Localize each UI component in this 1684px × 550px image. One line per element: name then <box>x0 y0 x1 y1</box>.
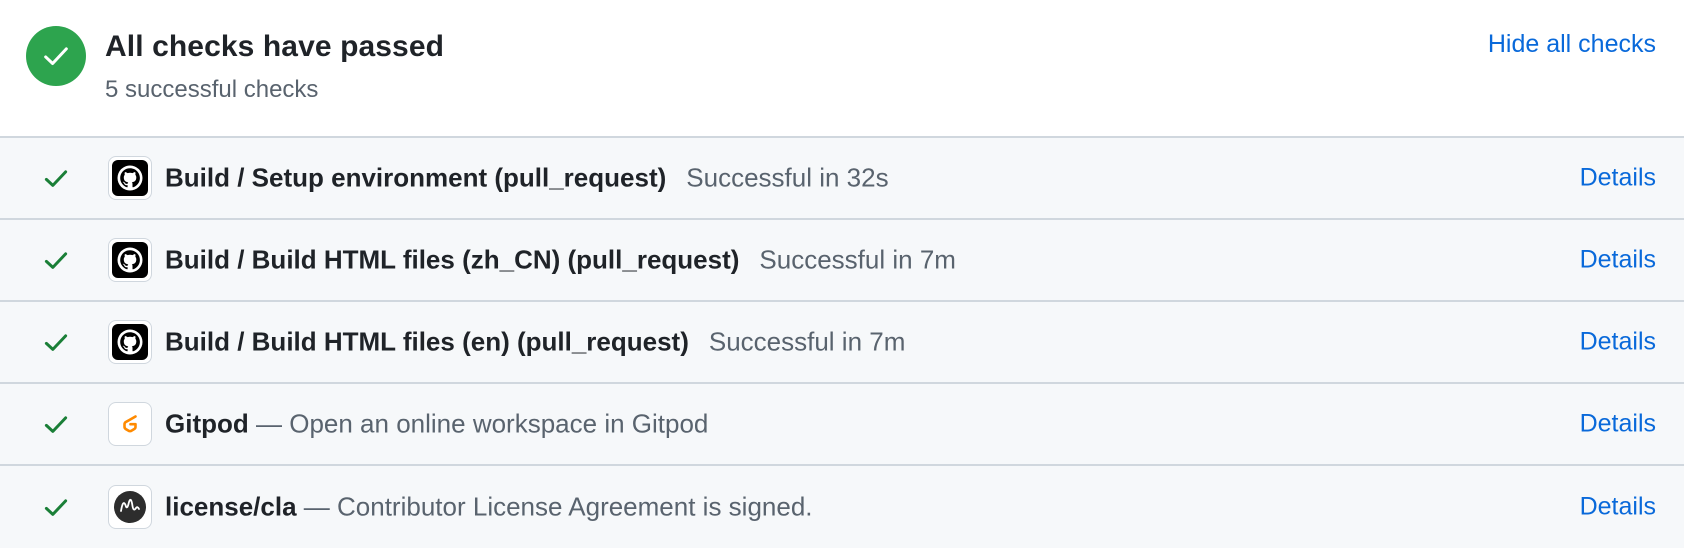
check-description: Contributor License Agreement is signed. <box>337 491 813 522</box>
check-name: Build / Build HTML files (zh_CN) (pull_r… <box>165 244 740 275</box>
separator: — <box>303 491 330 522</box>
check-status: Successful in 7m <box>708 326 906 357</box>
check-icon <box>40 244 72 276</box>
checks-summary-header: All checks have passed 5 successful chec… <box>0 0 1684 138</box>
details-link[interactable]: Details <box>1580 164 1656 193</box>
check-row: Build / Build HTML files (zh_CN) (pull_r… <box>0 220 1684 302</box>
cla-assistant-icon <box>108 485 152 529</box>
check-label: Build / Build HTML files (zh_CN) (pull_r… <box>165 245 956 276</box>
check-name: license/cla <box>165 491 297 522</box>
check-row: license/cla — Contributor License Agreem… <box>0 466 1684 548</box>
check-name: Build / Setup environment (pull_request) <box>165 162 667 193</box>
checks-list: Build / Setup environment (pull_request)… <box>0 138 1684 548</box>
details-link[interactable]: Details <box>1580 493 1656 522</box>
check-label: Build / Setup environment (pull_request)… <box>165 163 889 194</box>
gitpod-icon <box>108 402 152 446</box>
check-row: Gitpod — Open an online workspace in Git… <box>0 384 1684 466</box>
check-icon <box>40 162 72 194</box>
check-row: Build / Build HTML files (en) (pull_requ… <box>0 302 1684 384</box>
details-link[interactable]: Details <box>1580 328 1656 357</box>
check-description: Open an online workspace in Gitpod <box>289 408 709 439</box>
check-icon <box>40 326 72 358</box>
check-label: license/cla — Contributor License Agreem… <box>165 492 813 523</box>
success-status-icon <box>26 26 86 86</box>
check-status: Successful in 7m <box>759 244 956 275</box>
details-link[interactable]: Details <box>1580 246 1656 275</box>
check-label: Gitpod — Open an online workspace in Git… <box>165 409 708 440</box>
check-status: Successful in 32s <box>686 162 889 193</box>
checks-panel: All checks have passed 5 successful chec… <box>0 0 1684 550</box>
check-icon <box>40 491 72 523</box>
check-icon <box>40 408 72 440</box>
checks-summary-subtitle: 5 successful checks <box>105 76 319 103</box>
check-icon <box>44 47 68 65</box>
details-link[interactable]: Details <box>1580 410 1656 439</box>
hide-all-checks-link[interactable]: Hide all checks <box>1488 30 1656 59</box>
check-name: Gitpod <box>165 408 249 439</box>
check-label: Build / Build HTML files (en) (pull_requ… <box>165 327 905 358</box>
check-name: Build / Build HTML files (en) (pull_requ… <box>165 326 689 357</box>
check-row: Build / Setup environment (pull_request)… <box>0 138 1684 220</box>
github-icon <box>108 320 152 364</box>
separator: — <box>256 408 282 439</box>
github-icon <box>108 156 152 200</box>
github-icon <box>108 238 152 282</box>
checks-summary-title: All checks have passed <box>105 30 445 63</box>
